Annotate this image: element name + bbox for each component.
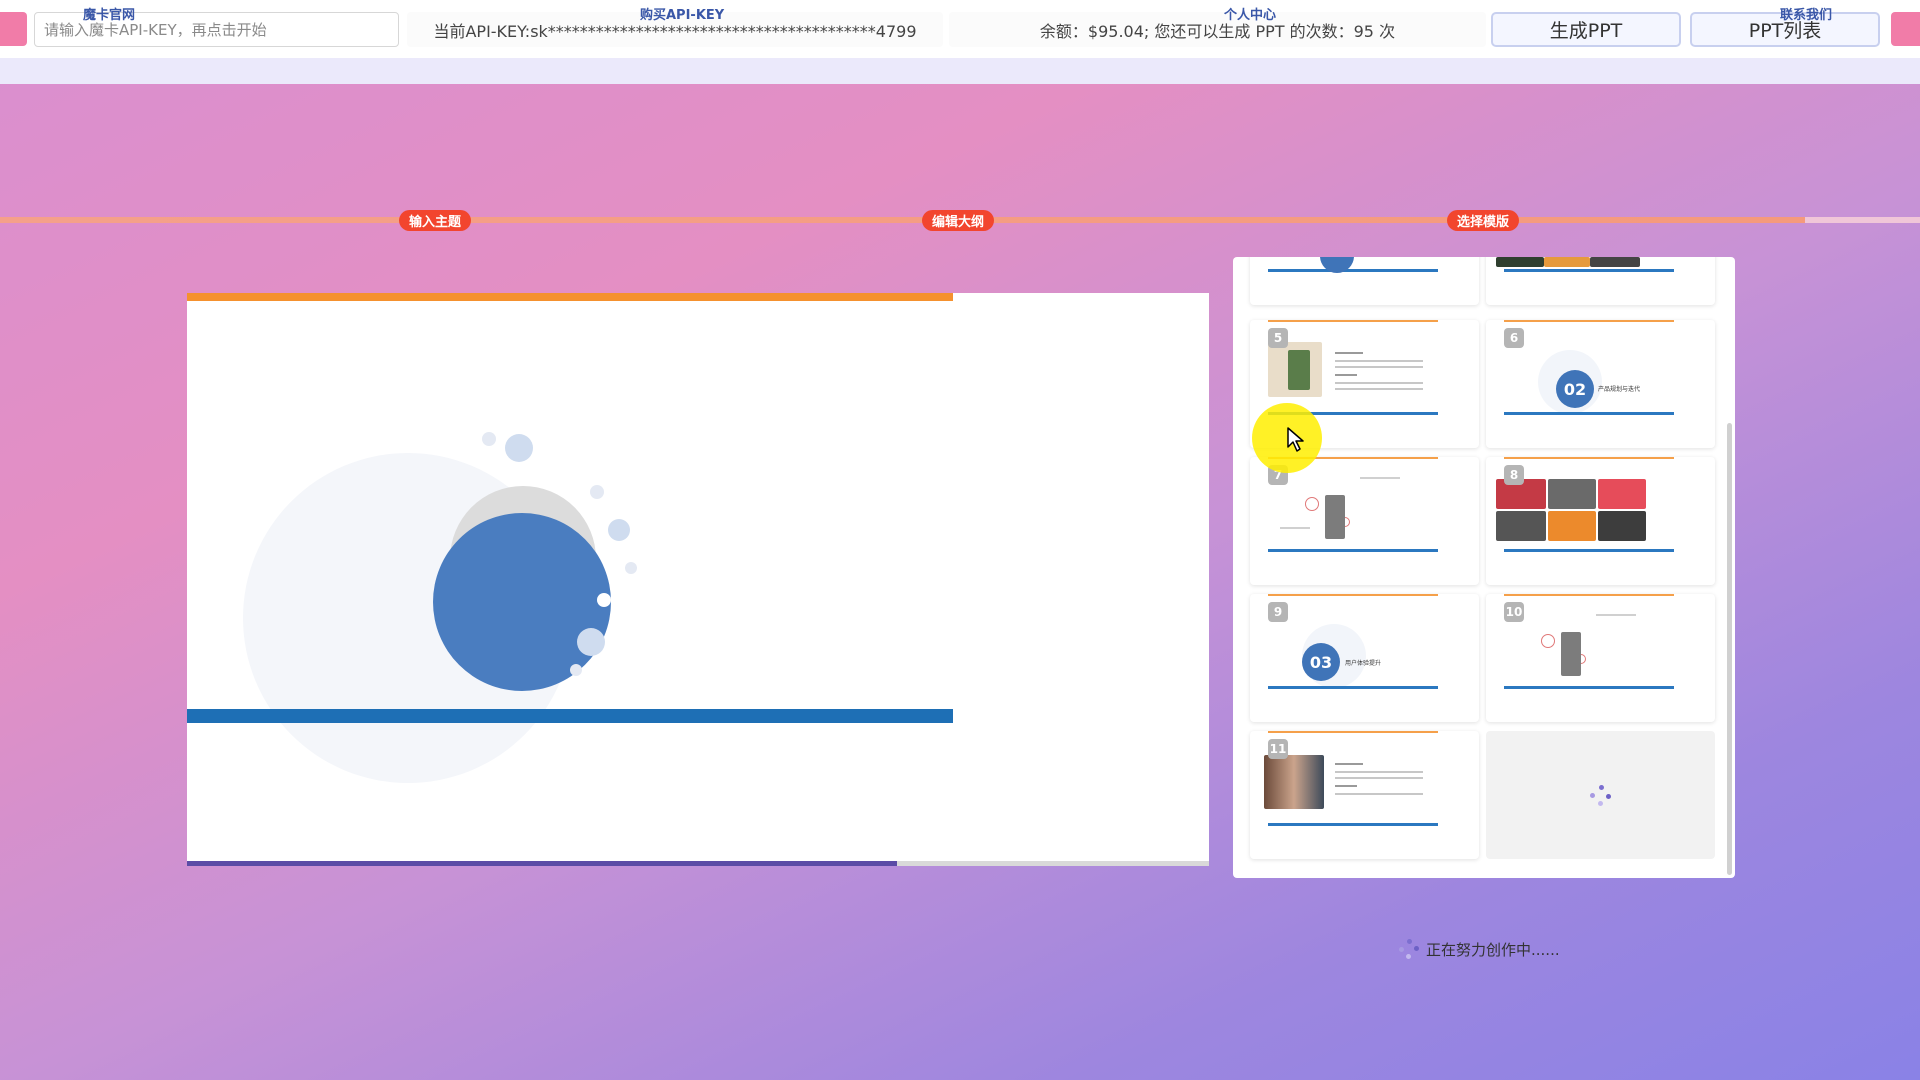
nav-link-contact[interactable]: 联系我们 bbox=[1780, 4, 1832, 23]
slide-thumbnail[interactable]: 02 产品规划与迭代 6 bbox=[1486, 320, 1715, 448]
thumb-blue-bar bbox=[1504, 412, 1674, 415]
thumb-section-badge: 03 bbox=[1302, 643, 1340, 681]
generation-status: 正在努力创作中...... bbox=[1398, 938, 1560, 960]
thumb-blue-bar bbox=[1268, 823, 1438, 826]
thumb-text-line bbox=[1335, 388, 1423, 390]
thumb-text-line bbox=[1360, 477, 1400, 479]
thumb-text-line bbox=[1335, 793, 1423, 795]
thumb-text-line bbox=[1335, 785, 1357, 787]
thumb-section-badge: 02 bbox=[1556, 370, 1594, 408]
thumb-number: 10 bbox=[1504, 602, 1524, 622]
thumb-building bbox=[1561, 632, 1581, 676]
thumb-orange-bar bbox=[1268, 320, 1438, 322]
nav-link-profile[interactable]: 个人中心 bbox=[1224, 4, 1276, 23]
step-edit-outline[interactable]: 编辑大纲 bbox=[922, 210, 995, 231]
thumb-number: 9 bbox=[1268, 602, 1288, 622]
nav-link-buy-apikey[interactable]: 购买API-KEY bbox=[640, 4, 724, 23]
slide-top-bar bbox=[187, 293, 953, 301]
thumb-orange-bar bbox=[1504, 320, 1674, 322]
thumb-text-line bbox=[1335, 360, 1423, 362]
start-button[interactable] bbox=[0, 12, 27, 46]
thumb-photo bbox=[1544, 257, 1590, 267]
slide-thumbnail[interactable]: 03 用户体验提升 9 bbox=[1250, 594, 1479, 722]
thumb-orange-bar bbox=[1504, 594, 1674, 596]
thumbnail-loading-placeholder bbox=[1486, 731, 1715, 859]
slide-thumbnail[interactable]: 8 bbox=[1486, 457, 1715, 585]
thumb-caption: 产品规划与迭代 bbox=[1598, 386, 1641, 393]
status-text: 正在努力创作中...... bbox=[1426, 940, 1560, 959]
thumb-number: 5 bbox=[1268, 328, 1288, 348]
thumb-text-line bbox=[1335, 352, 1363, 354]
generate-ppt-button[interactable]: 生成PPT bbox=[1491, 12, 1681, 47]
thumb-photo bbox=[1590, 257, 1640, 267]
slide-dot bbox=[577, 628, 605, 656]
menu-button[interactable] bbox=[1891, 12, 1920, 46]
thumb-caption: 用户体验提升 bbox=[1345, 660, 1382, 667]
thumb-photo bbox=[1598, 511, 1646, 541]
thumb-text-line bbox=[1335, 382, 1423, 384]
preview-progress-fill bbox=[187, 861, 898, 866]
thumb-illustration bbox=[1288, 350, 1310, 390]
thumb-orange-bar bbox=[1504, 457, 1674, 459]
slide-dot bbox=[482, 432, 496, 446]
loading-spinner-icon bbox=[1590, 785, 1612, 807]
thumb-number: 11 bbox=[1268, 739, 1288, 759]
thumb-text-line bbox=[1335, 771, 1423, 773]
thumb-blue-bar bbox=[1268, 549, 1438, 552]
thumb-blue-bar bbox=[1268, 269, 1438, 272]
nav-link-official-site[interactable]: 魔卡官网 bbox=[83, 4, 135, 23]
balance-display: 余额：$95.04; 您还可以生成 PPT 的次数：95 次 bbox=[949, 12, 1486, 47]
step-input-topic[interactable]: 输入主题 bbox=[399, 210, 472, 231]
thumb-photo bbox=[1548, 479, 1596, 509]
thumb-text-line bbox=[1335, 763, 1363, 765]
slide-thumbnail[interactable]: 10 bbox=[1486, 594, 1715, 722]
slide-dot bbox=[505, 434, 533, 462]
thumb-photo bbox=[1496, 257, 1544, 267]
thumb-blue-bar bbox=[1504, 686, 1674, 689]
slide-blue-circle bbox=[433, 513, 611, 691]
thumbnail-scrollbar[interactable] bbox=[1727, 423, 1732, 875]
thumb-photo bbox=[1598, 479, 1646, 509]
nav-bar bbox=[0, 58, 1920, 84]
thumb-orange-bar bbox=[1268, 594, 1438, 596]
slide-dot bbox=[570, 664, 582, 676]
slide-preview bbox=[187, 293, 1209, 866]
step-progress-fill bbox=[0, 217, 1805, 223]
slide-dot bbox=[597, 593, 611, 607]
slide-bottom-bar bbox=[187, 709, 953, 723]
thumb-orange-bar bbox=[1268, 731, 1438, 733]
slide-thumbnail[interactable] bbox=[1486, 257, 1715, 305]
thumb-hex-shape bbox=[1305, 497, 1319, 511]
slide-thumbnail[interactable] bbox=[1250, 257, 1479, 305]
thumb-building bbox=[1325, 495, 1345, 539]
slide-dot bbox=[625, 562, 637, 574]
thumb-text-line bbox=[1335, 777, 1423, 779]
thumb-hex-shape bbox=[1541, 634, 1555, 648]
thumb-photo bbox=[1264, 755, 1324, 809]
thumb-blue-bar bbox=[1268, 686, 1438, 689]
slide-thumbnail[interactable]: 7 bbox=[1250, 457, 1479, 585]
slide-dot bbox=[590, 485, 604, 499]
thumb-number: 6 bbox=[1504, 328, 1524, 348]
thumb-blue-bar bbox=[1504, 269, 1674, 272]
thumb-photo bbox=[1548, 511, 1596, 541]
balance-text: 余额：$95.04; 您还可以生成 PPT 的次数：95 次 bbox=[1039, 21, 1396, 41]
mouse-cursor-icon bbox=[1287, 427, 1304, 452]
slide-thumbnail[interactable]: 11 bbox=[1250, 731, 1479, 859]
thumb-text-line bbox=[1596, 614, 1636, 616]
thumb-text-line bbox=[1335, 374, 1357, 376]
thumbnail-panel[interactable]: 5 02 产品规划与迭代 6 7 8 03 用户体验提升 9 10 11 bbox=[1233, 257, 1735, 878]
thumb-photo bbox=[1496, 511, 1546, 541]
slide-dot bbox=[608, 519, 630, 541]
thumb-text-line bbox=[1335, 366, 1423, 368]
loading-spinner-icon bbox=[1398, 938, 1420, 960]
thumb-text-line bbox=[1280, 527, 1310, 529]
step-select-template[interactable]: 选择模版 bbox=[1447, 210, 1520, 231]
thumb-number: 8 bbox=[1504, 465, 1524, 485]
thumb-blue-bar bbox=[1504, 549, 1674, 552]
